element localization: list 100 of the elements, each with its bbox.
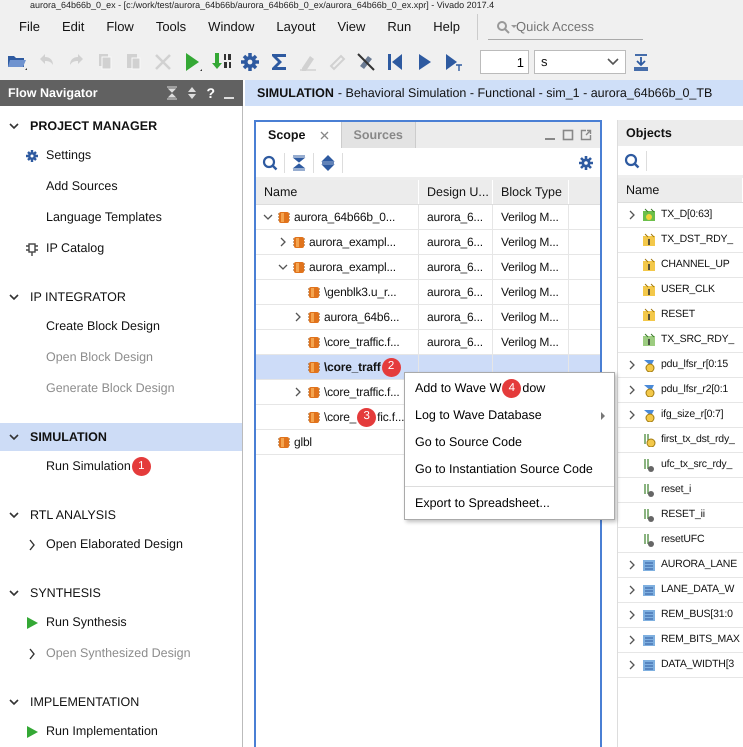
chevron-icon[interactable] xyxy=(293,387,303,397)
menu-item[interactable]: Run xyxy=(376,17,422,37)
section-title[interactable]: SYNTHESIS xyxy=(30,584,101,602)
section-title[interactable]: IMPLEMENTATION xyxy=(30,692,140,712)
close-icon[interactable] xyxy=(320,130,329,140)
section-title[interactable]: PROJECT MANAGER xyxy=(30,116,158,136)
play-icon[interactable] xyxy=(24,616,38,630)
signal-name: TX_SRC_RDY_ xyxy=(661,332,734,348)
signal-icon xyxy=(642,608,656,622)
signal-name: reset_i xyxy=(661,482,692,498)
signal-name: ufc_tx_src_rdy_ xyxy=(661,457,732,472)
column-header[interactable]: Name xyxy=(256,180,419,204)
menu-item[interactable]: Log to Wave Database xyxy=(405,402,614,429)
chevron-icon[interactable] xyxy=(278,237,288,247)
nav-link[interactable]: Run Synthesis xyxy=(46,613,127,632)
chevron-icon[interactable] xyxy=(8,588,20,598)
breadcrumb-text: - Behavioral Simulation - Functional - sim_1 - aurora_64b66b_0_TB xyxy=(338,84,712,102)
play-icon[interactable] xyxy=(24,724,38,738)
search-field[interactable]: Quick Access xyxy=(488,14,644,40)
chevron-icon[interactable] xyxy=(293,312,303,322)
chevron-icon[interactable] xyxy=(627,610,637,620)
signal-icon xyxy=(642,433,656,447)
chevron-icon[interactable] xyxy=(8,121,20,131)
signal-icon xyxy=(642,658,656,672)
nav-link[interactable]: Run Simulation xyxy=(46,457,131,476)
settings-icon[interactable] xyxy=(578,154,594,170)
menu-item[interactable]: Go to Instantiation Source Code xyxy=(405,456,614,483)
nav-link[interactable]: Create Block Design xyxy=(46,317,160,336)
section-title[interactable]: IP INTEGRATOR xyxy=(30,288,126,306)
menu-item[interactable]: File xyxy=(8,17,51,37)
chevron-icon[interactable] xyxy=(278,262,288,272)
maximize-icon[interactable] xyxy=(562,129,574,141)
signal-name: TX_D[0:63] xyxy=(661,207,712,222)
module-icon xyxy=(308,286,320,298)
section-title[interactable]: SIMULATION xyxy=(30,428,107,446)
chip-icon[interactable] xyxy=(24,242,38,256)
chevron-icon[interactable] xyxy=(627,360,637,370)
float-icon[interactable] xyxy=(580,129,592,141)
chevron-icon[interactable] xyxy=(8,510,20,520)
chevron-icon[interactable] xyxy=(627,635,637,645)
table-cell-text: aurora_6... xyxy=(427,234,483,251)
chevron-icon[interactable] xyxy=(8,292,20,302)
chevron-icon[interactable] xyxy=(8,432,20,442)
settings-icon[interactable] xyxy=(238,50,262,74)
menu-item[interactable]: Edit xyxy=(50,17,96,37)
signal-name: ifg_size_r[0:7] xyxy=(661,407,724,422)
apply-icon[interactable] xyxy=(631,52,651,72)
menu-item[interactable]: Tools xyxy=(144,17,198,37)
collapse-icon[interactable] xyxy=(166,86,178,100)
settings-icon[interactable] xyxy=(24,148,38,162)
panel-title: Objects xyxy=(618,120,743,146)
nav-link[interactable]: Settings xyxy=(46,146,92,165)
number-badge: 4 xyxy=(502,379,522,398)
signal-name: USER_CLK xyxy=(661,282,715,298)
table-cell-text: aurora_6... xyxy=(427,284,483,301)
chevron-icon[interactable] xyxy=(627,585,637,595)
number-badge: 2 xyxy=(382,358,400,376)
menu-item[interactable]: Window xyxy=(197,17,266,37)
collapse-all-icon[interactable] xyxy=(291,154,307,170)
nav-link[interactable]: Language Templates xyxy=(46,208,162,227)
column-header[interactable]: Design U... xyxy=(419,180,493,204)
module-name: aurora_64b6... xyxy=(324,309,400,326)
nav-link[interactable]: IP Catalog xyxy=(46,239,104,258)
chevron-icon[interactable] xyxy=(627,210,637,220)
table-cell-text: aurora_6... xyxy=(427,334,483,351)
chevron-icon[interactable] xyxy=(8,697,20,707)
menu-item[interactable]: Go to Source Code xyxy=(405,429,614,456)
help-button[interactable]: ? xyxy=(206,82,215,104)
chevron-icon[interactable] xyxy=(263,212,273,222)
chevron-icon[interactable] xyxy=(627,660,637,670)
module-name: glbl xyxy=(294,434,312,451)
table-cell-text: Verilog M... xyxy=(501,334,559,351)
column-header[interactable]: Block Type xyxy=(493,180,569,204)
module-name: \core_ xyxy=(324,409,356,426)
panel-tab[interactable]: Scope xyxy=(256,122,342,148)
signal-icon xyxy=(642,458,656,472)
nav-link[interactable]: Open Elaborated Design xyxy=(46,535,183,554)
expand-icon[interactable] xyxy=(186,86,198,100)
signal-name: CHANNEL_UP xyxy=(661,257,730,272)
menu-item[interactable]: View xyxy=(326,17,376,37)
module-name: \core_traffic.f... xyxy=(324,384,400,401)
chevron-icon[interactable] xyxy=(627,410,637,420)
chevron-icon[interactable] xyxy=(627,560,637,570)
menu-item[interactable]: Export to Spreadsheet... xyxy=(405,490,614,517)
chevron-icon[interactable] xyxy=(627,385,637,395)
menu-item[interactable]: Help xyxy=(422,17,472,37)
menu-item[interactable]: Flow xyxy=(95,17,145,37)
nav-link[interactable]: Add Sources xyxy=(46,177,118,196)
section-title[interactable]: RTL ANALYSIS xyxy=(30,506,116,524)
search-icon[interactable] xyxy=(262,154,278,170)
signal-icon xyxy=(642,333,656,347)
time-field[interactable]: 1 xyxy=(480,50,529,74)
menu-item[interactable]: Layout xyxy=(265,17,326,37)
unit-dropdown[interactable]: s xyxy=(534,50,626,74)
expand-all-icon[interactable] xyxy=(320,154,336,170)
signal-icon xyxy=(642,533,656,547)
module-icon xyxy=(293,260,305,274)
column-header[interactable]: Name xyxy=(618,178,743,202)
nav-link[interactable]: Run Implementation xyxy=(46,722,158,741)
search-icon[interactable] xyxy=(624,152,640,168)
